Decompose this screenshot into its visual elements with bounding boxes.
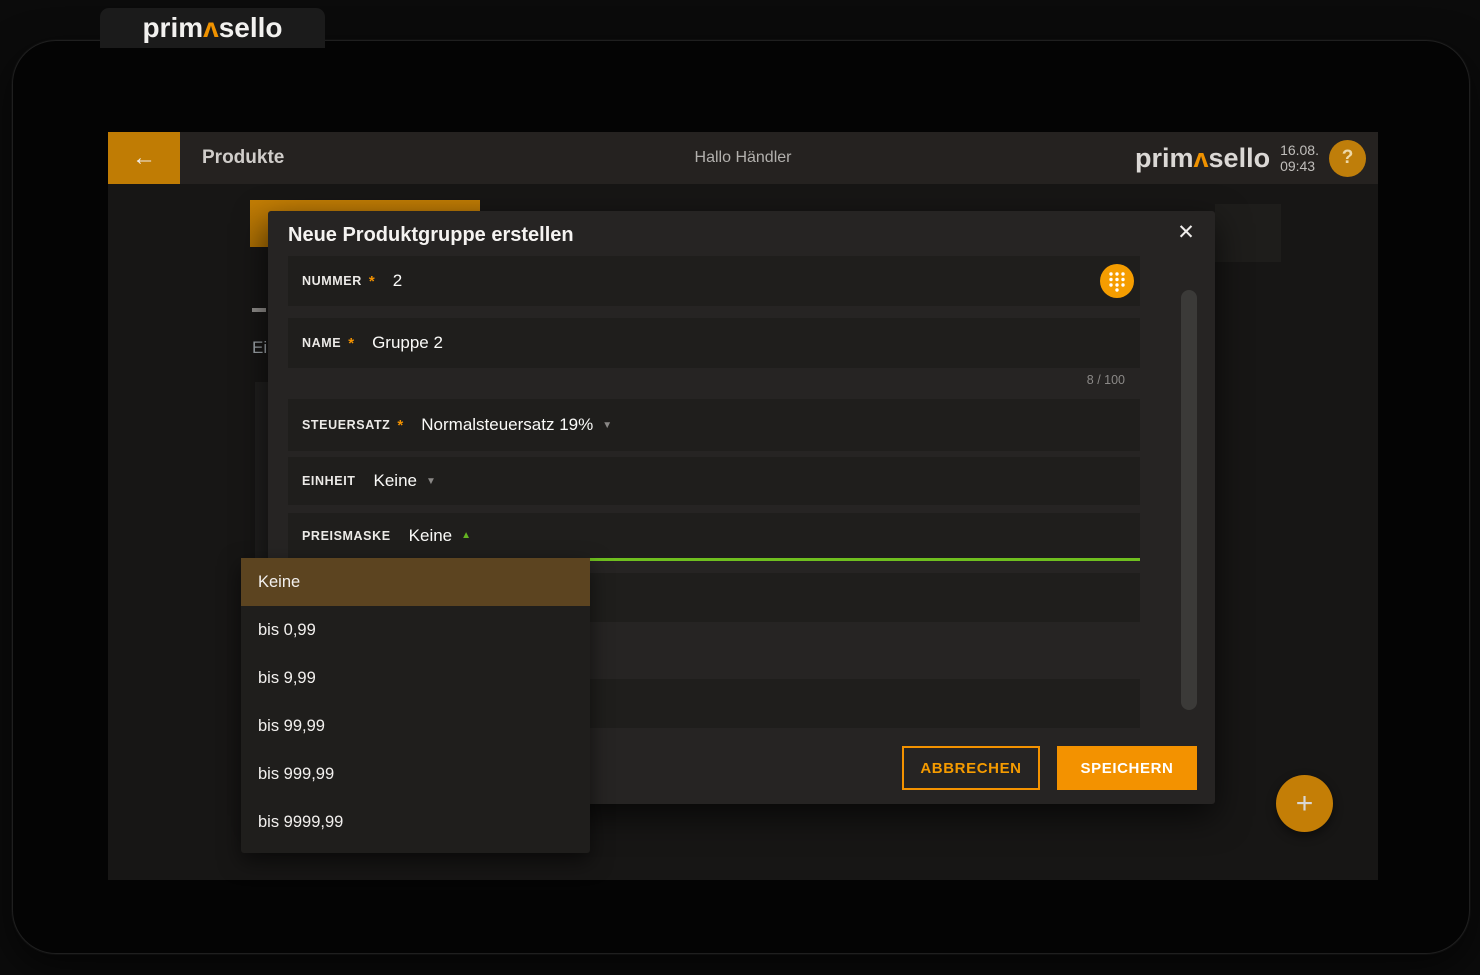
dropdown-option-bis-9999-99[interactable]: bis 9999,99 (241, 798, 590, 846)
logo-caret-icon: ʌ (1194, 143, 1209, 173)
logo-prefix: prim (1135, 143, 1194, 173)
back-arrow-icon: ← (132, 144, 156, 172)
name-char-counter: 8 / 100 (288, 373, 1125, 387)
dropdown-option-bis-9-99[interactable]: bis 9,99 (241, 654, 590, 702)
close-icon[interactable]: ✕ (1171, 217, 1201, 247)
option-label: bis 9999,99 (258, 813, 343, 832)
steuersatz-value: Normalsteuersatz 19% (421, 415, 593, 435)
required-asterisk: * (369, 273, 375, 290)
required-asterisk: * (397, 417, 403, 434)
logo-suffix: sello (219, 12, 283, 43)
background-card (1215, 204, 1281, 262)
chevron-down-icon: ▼ (602, 420, 612, 431)
nummer-label: NUMMER (302, 274, 362, 288)
date-text: 16.08. (1280, 142, 1319, 158)
steuersatz-select[interactable]: STEUERSATZ * Normalsteuersatz 19% ▼ (288, 399, 1140, 451)
page-title: Produkte (202, 147, 284, 169)
preismaske-select[interactable]: PREISMASKE Keine ▲ (288, 513, 1140, 561)
dropdown-option-bis-999-99[interactable]: bis 999,99 (241, 750, 590, 798)
time-text: 09:43 (1280, 158, 1319, 174)
chevron-down-icon: ▼ (426, 476, 436, 487)
header-brand-logo: primʌsello (1135, 143, 1270, 174)
dialpad-icon (1106, 270, 1128, 292)
browser-tab[interactable]: primʌsello (100, 8, 325, 48)
question-mark-icon: ? (1342, 147, 1354, 169)
option-label: bis 0,99 (258, 621, 316, 640)
modal-scrollbar[interactable] (1181, 290, 1197, 710)
option-label: bis 9,99 (258, 669, 316, 688)
preismaske-dropdown-menu: Keine bis 0,99 bis 9,99 bis 99,99 bis 99… (241, 558, 590, 853)
dropdown-option-bis-99-99[interactable]: bis 99,99 (241, 702, 590, 750)
einheit-value: Keine (374, 471, 417, 491)
logo-suffix: sello (1209, 143, 1271, 173)
datetime: 16.08. 09:43 (1280, 142, 1319, 174)
option-label: Keine (258, 573, 300, 592)
dropdown-option-keine[interactable]: Keine (241, 558, 590, 606)
name-value: Gruppe 2 (372, 333, 443, 353)
einheit-select[interactable]: EINHEIT Keine ▼ (288, 457, 1140, 505)
app-header: ← Produkte Hallo Händler primʌsello 16.0… (108, 132, 1378, 184)
option-label: bis 99,99 (258, 717, 325, 736)
keypad-button[interactable] (1100, 264, 1134, 298)
required-asterisk: * (348, 335, 354, 352)
brand-logo: primʌsello (142, 12, 282, 44)
logo-prefix: prim (142, 12, 203, 43)
add-button[interactable]: + (1276, 775, 1333, 832)
chevron-up-icon: ▲ (461, 530, 471, 541)
help-button[interactable]: ? (1329, 140, 1366, 177)
back-button[interactable]: ← (108, 132, 180, 184)
name-field[interactable]: NAME * Gruppe 2 (288, 318, 1140, 368)
modal-title: Neue Produktgruppe erstellen (288, 219, 574, 251)
name-label: NAME (302, 336, 341, 350)
nummer-field[interactable]: NUMMER * 2 (288, 256, 1140, 306)
steuersatz-label: STEUERSATZ (302, 418, 390, 432)
einheit-label: EINHEIT (302, 474, 356, 488)
dropdown-option-bis-0-99[interactable]: bis 0,99 (241, 606, 590, 654)
logo-caret-icon: ʌ (203, 12, 219, 43)
save-button[interactable]: SPEICHERN (1057, 746, 1197, 790)
screen: primʌsello ← Produkte Hallo Händler prim… (0, 0, 1480, 975)
background-divider (252, 308, 266, 312)
cancel-button[interactable]: ABBRECHEN (902, 746, 1040, 790)
nummer-value: 2 (393, 271, 402, 291)
plus-icon: + (1296, 787, 1314, 821)
preismaske-label: PREISMASKE (302, 529, 391, 543)
header-right-cluster: primʌsello 16.08. 09:43 ? (1135, 140, 1378, 177)
option-label: bis 999,99 (258, 765, 334, 784)
preismaske-value: Keine (409, 526, 452, 546)
